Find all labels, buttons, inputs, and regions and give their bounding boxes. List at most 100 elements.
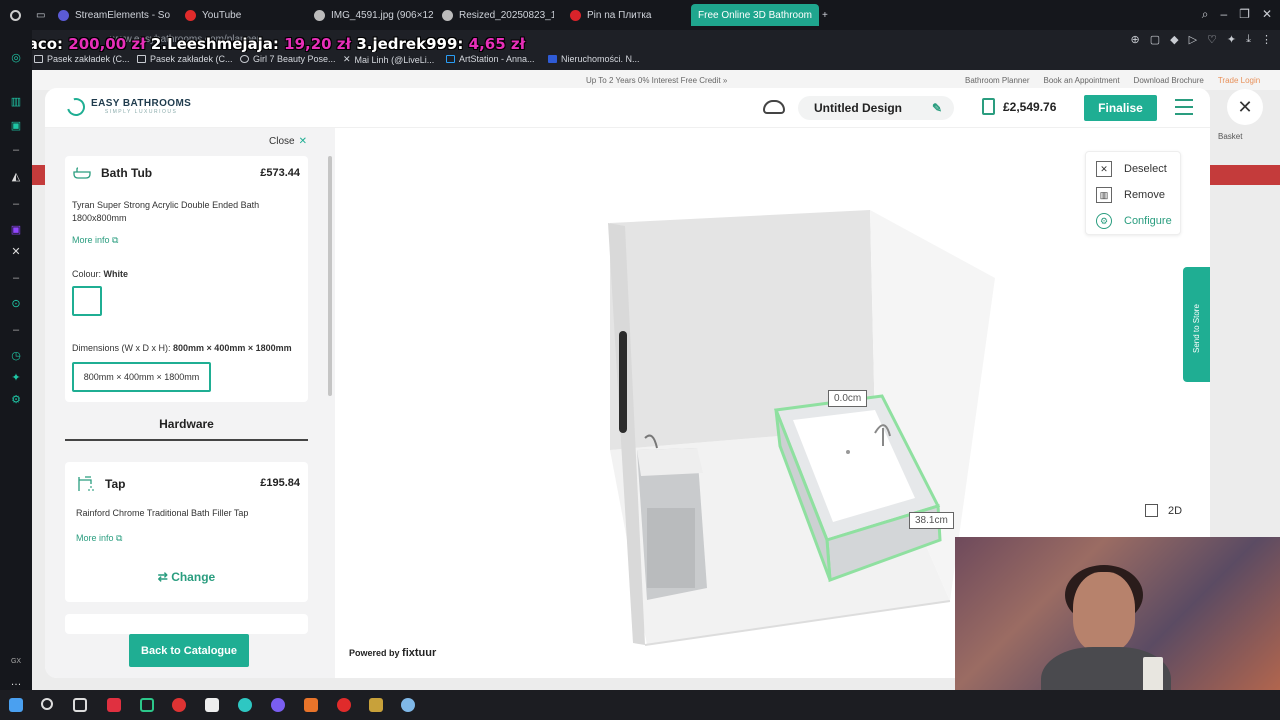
easy-bathrooms-logo[interactable]: EASY BATHROOMS SIMPLY LUXURIOUS [63,94,191,120]
send-to-store-tab[interactable]: Send to Store [1183,267,1210,382]
youtube-icon [185,9,196,21]
close-panel-button[interactable]: Close ✕ [269,136,307,147]
2d-toggle[interactable]: 2D [1145,504,1182,517]
panel-scrollbar[interactable] [328,156,332,396]
logo-mark-icon [63,94,89,120]
link-bathroom-planner[interactable]: Bathroom Planner [965,76,1029,85]
hamburger-menu-icon[interactable] [1175,99,1193,115]
music-icon[interactable]: ▣ [10,120,22,132]
divider-icon: – [12,144,20,156]
bath-icon [73,167,91,179]
top-links: Bathroom Planner Book an Appointment Dow… [965,76,1260,85]
extensions-icon[interactable]: ✦ [1227,33,1236,46]
donation-leaderboard: 1.Jaco: 200,00 zł 2.Leeshmejaja: 19,20 z… [6,35,526,53]
link-download-brochure[interactable]: Download Brochure [1134,76,1204,85]
tab-pinterest[interactable]: Pin na Плитка [570,4,680,26]
back-to-catalogue-button[interactable]: Back to Catalogue [129,634,249,667]
m-logo-icon [548,55,557,63]
bookmark-link[interactable]: ArtStation - Anna... [446,54,535,64]
link-trade-login[interactable]: Trade Login [1218,76,1260,85]
design-name-field[interactable]: Untitled Design ✎ [798,96,954,120]
search-icon[interactable]: ⌕ [1202,7,1209,22]
extensions-icon[interactable]: ✦ [10,372,22,384]
tap-description: Rainford Chrome Traditional Bath Filler … [76,508,249,518]
tab-image[interactable]: IMG_4591.jpg (906×1210) [314,4,434,26]
task-view-icon[interactable] [73,698,87,712]
divider-icon: – [12,324,20,336]
obs-icon[interactable] [271,698,285,712]
bookmark-folder[interactable]: Pasek zakładek (C... [137,54,233,64]
change-tap-button[interactable]: ⇄ Change [65,570,308,584]
gx-corner-icon[interactable]: ▥ [10,96,22,108]
promo-text[interactable]: Up To 2 Years 0% Interest Free Credit » [586,76,727,85]
colour-swatch-white[interactable] [72,286,102,316]
shield-icon[interactable]: ◆ [1170,33,1178,46]
promo-bar: Up To 2 Years 0% Interest Free Credit » … [32,70,1280,90]
bookmark-link[interactable]: Girl 7 Beauty Pose... [240,54,336,64]
dimension-option-button[interactable]: 800mm × 400mm × 1800mm [72,362,211,392]
more-icon[interactable]: … [10,676,22,688]
globe-icon [240,55,249,63]
finalise-button[interactable]: Finalise [1084,95,1157,121]
divider-icon: – [12,198,20,210]
tab-easy-bathrooms[interactable]: Free Online 3D Bathroom [691,4,819,26]
terminal-icon[interactable] [140,698,154,712]
player-icon[interactable]: ⊙ [10,298,22,310]
notion-icon[interactable] [205,698,219,712]
league-icon[interactable] [369,698,383,712]
tab-youtube[interactable]: YouTube [185,4,295,26]
pin-icon[interactable]: ⊕ [1130,33,1139,46]
link-book-appointment[interactable]: Book an Appointment [1043,76,1119,85]
tap-more-info-link[interactable]: More info ⧉ [76,533,122,544]
youtube-app-icon[interactable] [337,698,351,712]
bath-more-info-link[interactable]: More info ⧉ [72,235,118,246]
new-tab-icon[interactable]: + [822,4,834,26]
site-basket[interactable]: Basket [1218,132,1242,141]
pencil-icon[interactable]: ✎ [932,101,942,115]
messenger-icon[interactable]: ◎ [10,52,22,64]
mirror[interactable] [619,331,627,433]
settings-icon[interactable]: ⚙ [10,394,22,406]
gx-logo-icon[interactable]: GX [10,656,22,668]
chrome-icon[interactable] [172,698,186,712]
basket-icon[interactable] [982,98,995,115]
history-icon[interactable]: ◷ [10,350,22,362]
tap-icon [78,476,94,491]
windows-start-icon[interactable] [9,698,23,712]
player-icon[interactable]: ▷ [1189,33,1197,46]
twitch-icon[interactable]: ▣ [10,224,22,236]
vanity-basin[interactable] [637,448,703,476]
tap-heading: Tap [77,476,125,492]
streamelements-icon [58,9,69,21]
bookmark-link[interactable]: Nieruchomości. N... [548,54,640,64]
opera-gx-logo-icon[interactable] [10,4,24,26]
app-icon[interactable] [401,698,415,712]
illustrator-icon[interactable] [304,698,318,712]
search-icon[interactable] [41,698,53,710]
tab-manager-icon[interactable]: ▭ [36,4,50,26]
download-icon[interactable]: ⤓ [1246,33,1251,46]
tab-streamelements[interactable]: StreamElements - Songre [58,4,170,26]
restore-icon[interactable]: ❐ [1239,7,1250,22]
configure-button[interactable]: ⚙ Configure [1096,213,1172,229]
bath-tub-heading: Bath Tub [73,166,152,180]
cloud-save-icon[interactable] [763,100,785,114]
remove-button[interactable]: ▥ Remove [1096,187,1165,203]
minimize-icon[interactable]: – [1220,7,1227,22]
tab-resized-image[interactable]: Resized_20250823_1427 [442,4,554,26]
arrow-icon[interactable]: ◭ [10,171,22,183]
bookmark-folder[interactable]: Pasek zakładek (C... [34,54,130,64]
close-window-icon[interactable]: ✕ [1262,7,1272,22]
deselect-button[interactable]: ✕ Deselect [1096,161,1167,177]
snapshot-icon[interactable]: ▢ [1150,33,1160,46]
opera-gx-icon[interactable] [107,698,121,712]
swap-arrows-icon: ⇄ [157,570,168,584]
more-icon[interactable]: ⋮ [1261,33,1272,46]
heart-icon[interactable]: ♡ [1207,33,1217,46]
bath-tub-card: Bath Tub £573.44 Tyran Super Strong Acry… [65,156,308,402]
app-icon[interactable] [238,698,252,712]
bookmark-link[interactable]: ✕ Mai Linh (@LiveLi... [343,54,434,65]
bath-drain [846,450,850,454]
close-modal-button[interactable]: ✕ [1227,89,1263,125]
x-icon[interactable]: ✕ [10,246,22,258]
